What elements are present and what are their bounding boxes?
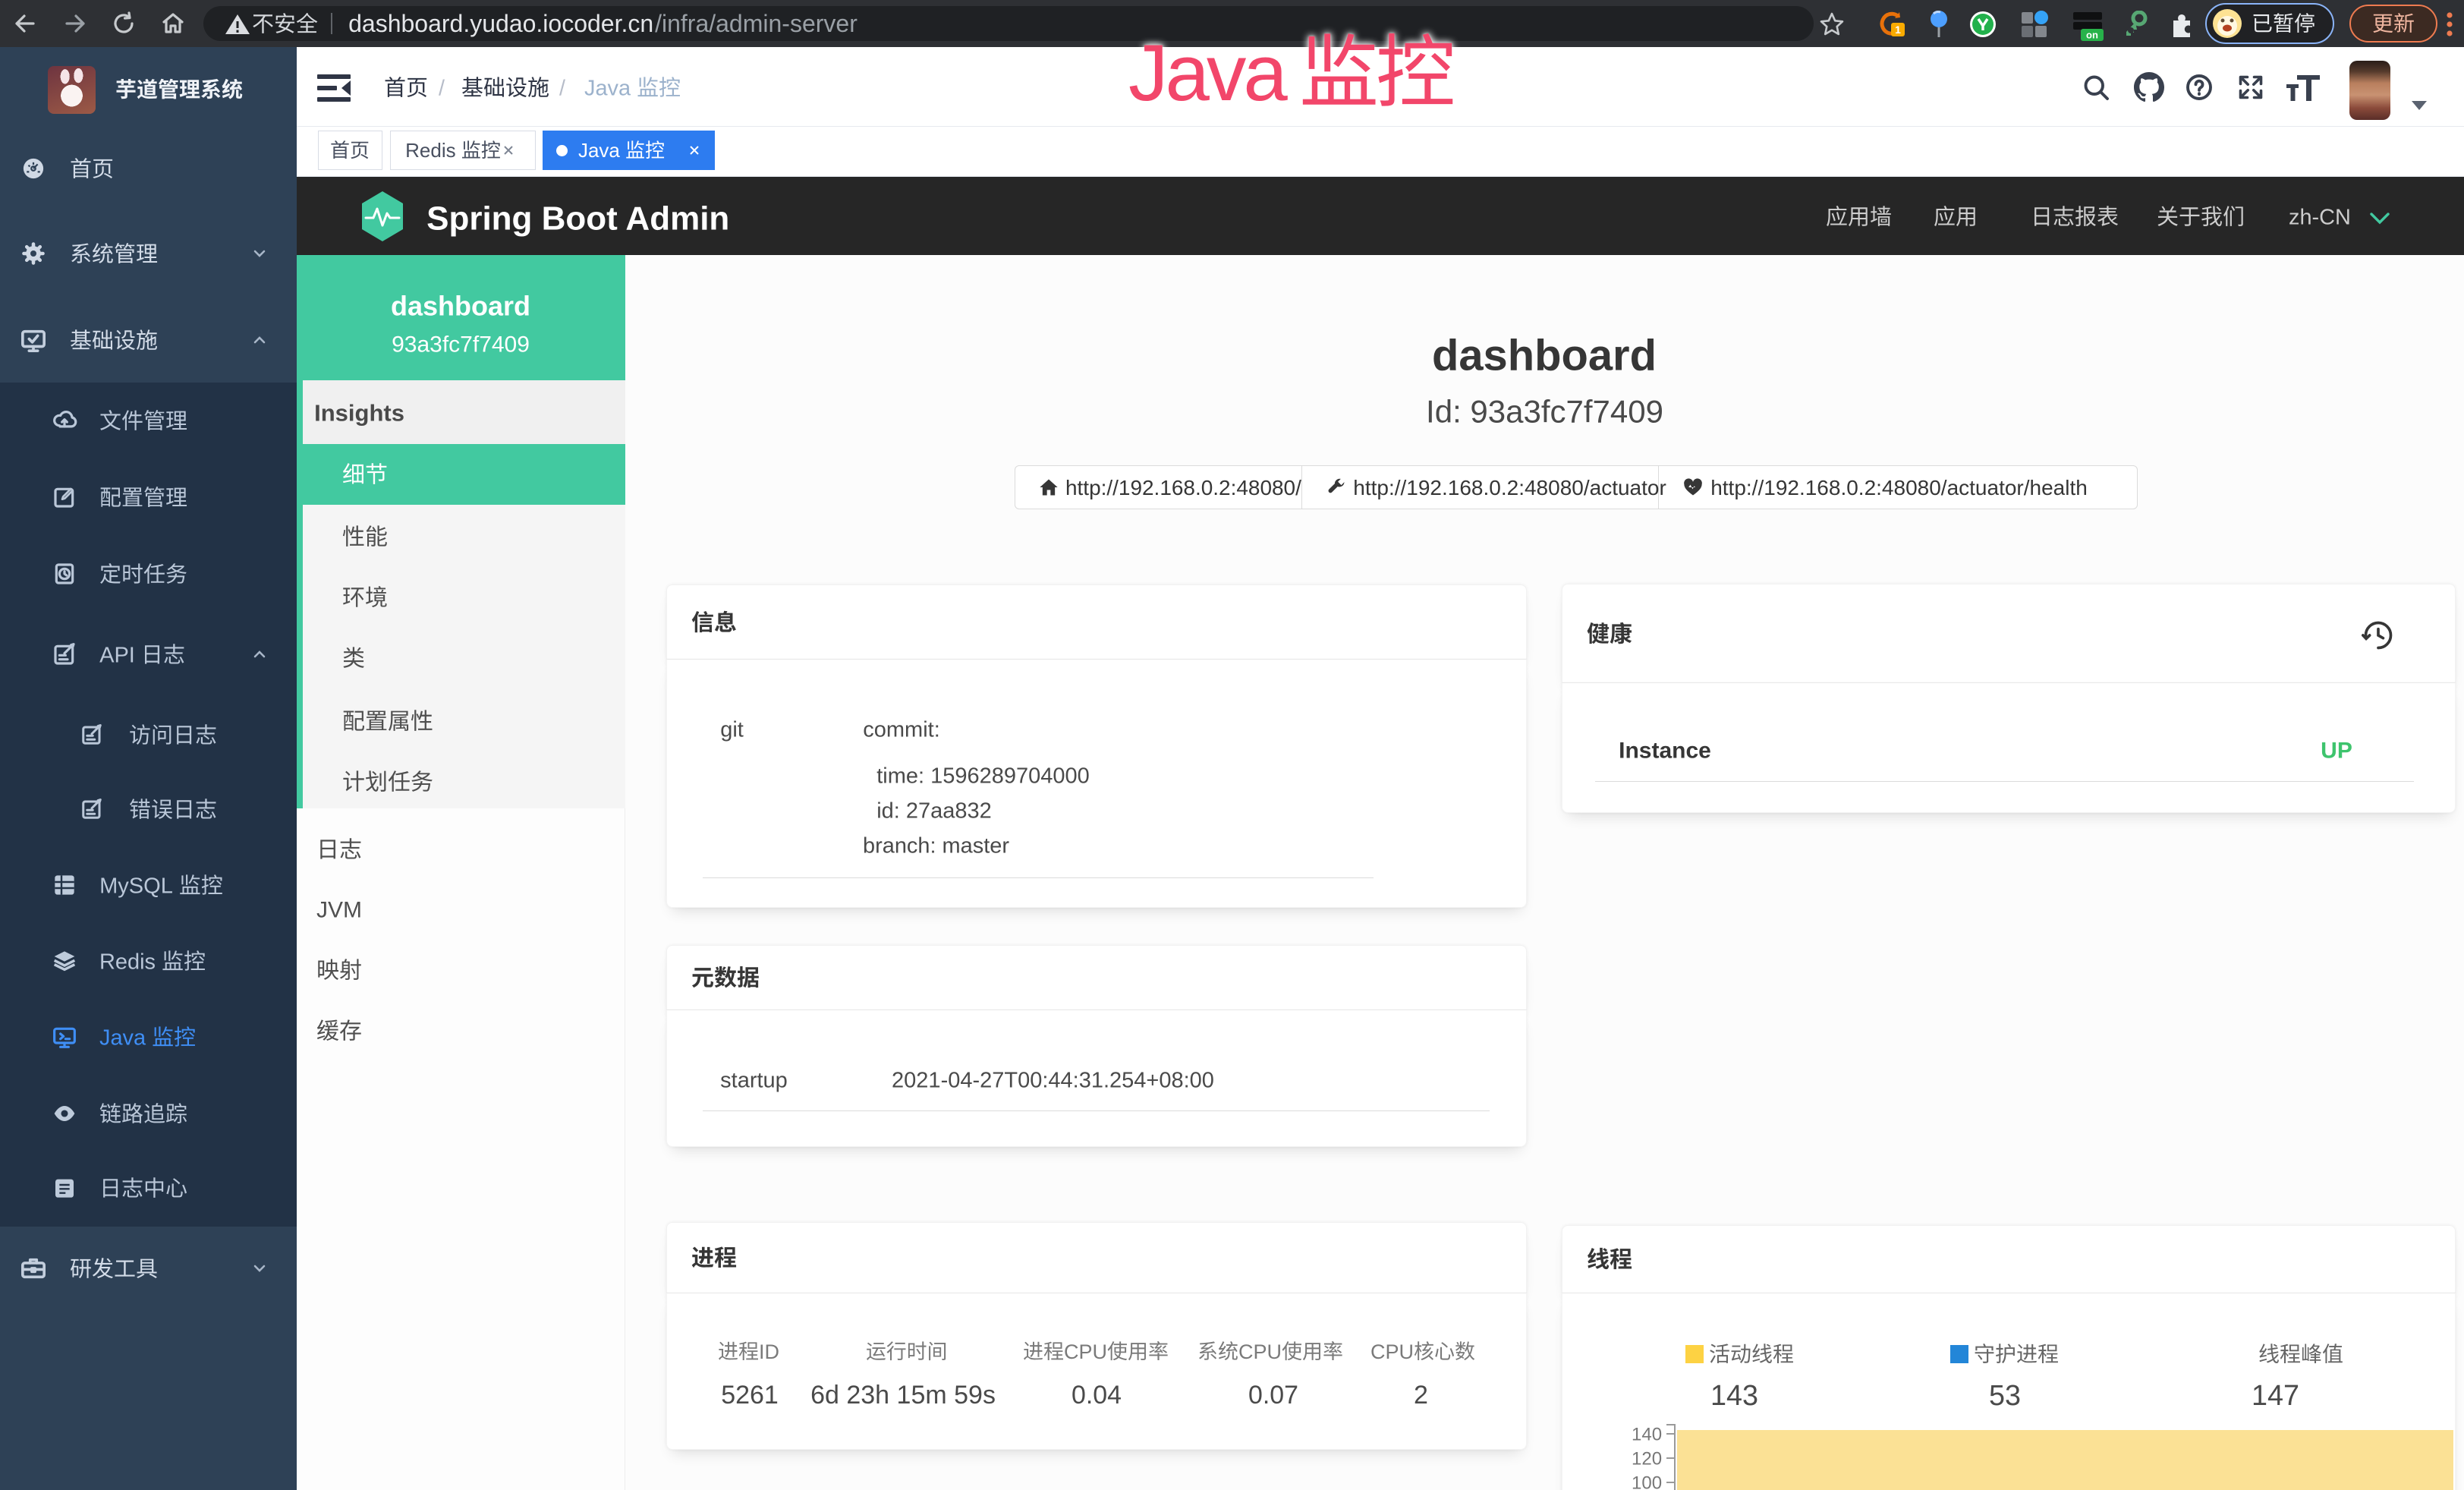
svg-text:/: / [559, 76, 565, 100]
svg-text:CPU: CPU [1370, 1340, 1414, 1362]
svg-text:Instance: Instance [1619, 739, 1711, 764]
svg-text:0.07: 0.07 [1248, 1381, 1298, 1410]
svg-text:startup: startup [720, 1068, 788, 1092]
svg-text:API: API [99, 643, 135, 667]
svg-text:5261: 5261 [721, 1381, 779, 1410]
svg-text:Java: Java [99, 1025, 146, 1050]
svg-text:143: 143 [1710, 1380, 1758, 1412]
svg-text:Java: Java [578, 139, 620, 162]
svg-text:dashboard: dashboard [391, 291, 530, 322]
svg-text:on: on [2086, 30, 2098, 41]
svg-text:CPU: CPU [1238, 1340, 1282, 1362]
svg-text:120: 120 [1632, 1448, 1662, 1469]
svg-text:UP: UP [2321, 739, 2352, 764]
svg-text:http://192.168.0.2:48080/: http://192.168.0.2:48080/ [1065, 476, 1301, 499]
svg-text:Redis: Redis [99, 950, 156, 974]
svg-text:Id: 93a3fc7f7409: Id: 93a3fc7f7409 [1426, 394, 1663, 430]
svg-text:http://192.168.0.2:48080/actua: http://192.168.0.2:48080/actuator/health [1710, 476, 2088, 499]
svg-text:Redis: Redis [405, 139, 455, 162]
svg-text:JVM: JVM [316, 898, 362, 923]
svg-text:/: / [439, 76, 445, 100]
svg-text:id: 27aa832: id: 27aa832 [876, 799, 992, 823]
svg-text:2021-04-27T00:44:31.254+08:00: 2021-04-27T00:44:31.254+08:00 [892, 1068, 1214, 1092]
svg-text:dashboard.yudao.iocoder.cn: dashboard.yudao.iocoder.cn [348, 10, 653, 37]
svg-text:140: 140 [1632, 1424, 1662, 1444]
svg-text:147: 147 [2252, 1380, 2299, 1412]
svg-text:Spring Boot Admin: Spring Boot Admin [426, 200, 729, 237]
svg-text:Insights: Insights [314, 399, 404, 426]
svg-text:http://192.168.0.2:48080/actua: http://192.168.0.2:48080/actuator [1353, 476, 1666, 499]
svg-text:/infra/admin-server: /infra/admin-server [655, 10, 858, 37]
svg-text:commit:: commit: [863, 717, 940, 742]
svg-text:Java: Java [584, 76, 631, 100]
svg-text:dashboard: dashboard [1432, 331, 1657, 380]
svg-text:ID: ID [759, 1340, 779, 1362]
svg-text:1: 1 [1895, 24, 1901, 36]
svg-text:6d 23h 15m 59s: 6d 23h 15m 59s [810, 1381, 996, 1410]
svg-text:CPU: CPU [1064, 1340, 1107, 1362]
svg-text:Java: Java [1128, 29, 1288, 118]
svg-text:branch: master: branch: master [863, 833, 1009, 858]
svg-text:2: 2 [1414, 1381, 1428, 1410]
svg-text:MySQL: MySQL [99, 874, 173, 898]
svg-text:0.04: 0.04 [1072, 1381, 1122, 1410]
svg-text:time: 1596289704000: time: 1596289704000 [876, 764, 1090, 788]
svg-text:53: 53 [1989, 1379, 2021, 1411]
svg-text:间: 间 [927, 1340, 948, 1362]
svg-text:git: git [720, 717, 744, 742]
svg-text:zh-CN: zh-CN [2289, 205, 2351, 229]
svg-text:93a3fc7f7409: 93a3fc7f7409 [392, 332, 530, 358]
svg-text:100: 100 [1632, 1473, 1662, 1490]
